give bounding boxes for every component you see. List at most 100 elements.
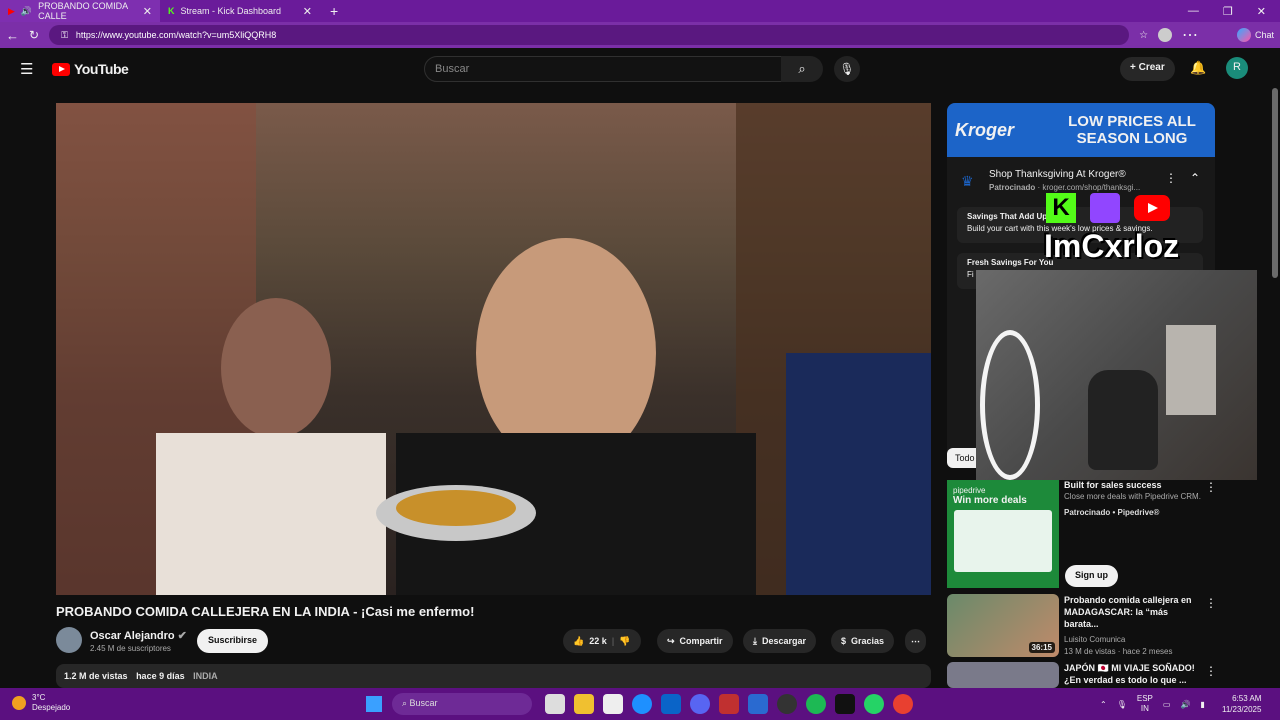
network-icon[interactable]: ▭: [1163, 700, 1171, 709]
kick-favicon-icon: K: [168, 6, 175, 16]
subscriber-count: 2.45 M de suscriptores: [90, 644, 171, 653]
store-icon[interactable]: [603, 694, 623, 714]
taskbar-clock[interactable]: 6:53 AM 11/23/2025: [1222, 693, 1261, 715]
subscribe-button[interactable]: Suscribirse: [197, 629, 269, 653]
more-actions-button[interactable]: ⋯: [905, 629, 926, 653]
edge-icon[interactable]: [632, 694, 652, 714]
app-icon[interactable]: [748, 694, 768, 714]
close-window-icon[interactable]: ✕: [1257, 5, 1266, 18]
ad-sponsor-line: Patrocinado · kroger.com/shop/thanksgi..…: [989, 183, 1141, 192]
search-input[interactable]: Buscar: [424, 56, 782, 82]
ad-banner[interactable]: Kroger LOW PRICES ALL SEASON LONG: [947, 103, 1215, 157]
volume-icon[interactable]: 🔊: [1180, 700, 1190, 709]
rec-menu-icon[interactable]: ⋮: [1205, 664, 1217, 678]
ad-menu-icon[interactable]: ⋮: [1165, 171, 1177, 185]
rec-thumbnail[interactable]: [947, 662, 1059, 688]
refresh-icon[interactable]: ↻: [29, 28, 39, 42]
video-title: PROBANDO COMIDA CALLEJERA EN LA INDIA - …: [56, 604, 475, 619]
tab-kick-dashboard[interactable]: K Stream - Kick Dashboard ✕: [160, 0, 320, 22]
system-tray: ⌃ 🎙 ESP IN ▭ 🔊 ▮: [1100, 694, 1205, 714]
back-icon[interactable]: ←: [6, 28, 19, 43]
rec-item-pipedrive[interactable]: Built for sales success Close more deals…: [1064, 479, 1244, 519]
search-button[interactable]: ⌕: [781, 56, 823, 82]
taskbar-search[interactable]: ⌕ Buscar: [392, 693, 532, 715]
channel-name[interactable]: Oscar Alejandro ✔: [90, 629, 187, 642]
signup-button[interactable]: Sign up: [1065, 565, 1118, 587]
youtube-header: ☰ YouTube Buscar ⌕ 🎙 + Crear 🔔 R: [0, 48, 1280, 90]
verified-icon: ✔: [177, 630, 187, 642]
url-text: https://www.youtube.com/watch?v=um5XliQQ…: [75, 30, 277, 40]
share-button[interactable]: ↪ Compartir: [657, 629, 733, 653]
minimize-icon[interactable]: —: [1188, 5, 1199, 18]
kroger-logo: Kroger: [955, 119, 1015, 140]
rec-menu-icon[interactable]: ⋮: [1205, 596, 1217, 610]
tray-mic-icon[interactable]: 🎙: [1117, 700, 1127, 709]
thumbs-down-icon[interactable]: 👎: [619, 636, 630, 647]
kroger-icon: ♛: [961, 173, 974, 189]
stream-platform-icons: K: [1046, 193, 1170, 223]
spotify-icon[interactable]: [806, 694, 826, 714]
ad-title[interactable]: Shop Thanksgiving At Kroger®: [989, 169, 1126, 180]
channel-avatar[interactable]: [56, 627, 82, 653]
taskbar-apps: [545, 694, 913, 714]
discord-icon[interactable]: [690, 694, 710, 714]
task-view-icon[interactable]: [545, 694, 565, 714]
site-info-icon[interactable]: ⚿: [61, 30, 68, 41]
outlook-icon[interactable]: [661, 694, 681, 714]
search-icon: ⌕: [798, 61, 806, 76]
app-icon[interactable]: [719, 694, 739, 714]
download-button[interactable]: ⤓ Descargar: [743, 629, 817, 653]
description-box[interactable]: 1.2 M de vistas hace 9 días INDIA: [56, 664, 931, 688]
thanks-button[interactable]: $ Gracias: [831, 629, 895, 653]
thumbs-up-icon: 👍: [573, 635, 585, 646]
close-tab-icon[interactable]: ✕: [303, 5, 312, 18]
obs-icon[interactable]: [777, 694, 797, 714]
rec-thumbnail[interactable]: 36:15: [947, 594, 1059, 657]
battery-icon[interactable]: ▮: [1200, 700, 1204, 709]
more-icon[interactable]: ⋯: [1182, 25, 1198, 45]
youtube-favicon-icon: ▶: [8, 5, 15, 16]
url-field[interactable]: ⚿ https://www.youtube.com/watch?v=um5Xli…: [49, 25, 1130, 45]
file-explorer-icon[interactable]: [574, 694, 594, 714]
twitch-icon: [1090, 193, 1120, 223]
page-scrollbar[interactable]: [1270, 48, 1280, 688]
rec-item[interactable]: Probando comida callejera en MADAGASCAR:…: [1064, 594, 1204, 658]
rec-item[interactable]: JAPÓN 🇯🇵 MI VIAJE SOÑADO! ¿En verdad es …: [1064, 662, 1204, 686]
download-icon: ⤓: [753, 635, 757, 646]
tab-label: PROBANDO COMIDA CALLE: [38, 1, 128, 21]
language-indicator[interactable]: ESP IN: [1137, 694, 1153, 714]
video-player[interactable]: [56, 103, 931, 595]
rec-menu-icon[interactable]: ⋮: [1205, 480, 1217, 494]
more-horizontal-icon: ⋯: [911, 635, 920, 646]
restore-icon[interactable]: ❐: [1223, 5, 1233, 18]
whatsapp-icon[interactable]: [864, 694, 884, 714]
notifications-icon[interactable]: 🔔: [1190, 60, 1206, 76]
create-button[interactable]: + Crear: [1120, 57, 1175, 81]
tiktok-icon[interactable]: [835, 694, 855, 714]
favorite-icon[interactable]: ☆: [1139, 30, 1148, 41]
like-button[interactable]: 👍 22 k | 👎: [563, 629, 641, 653]
weather-icon: [12, 696, 26, 710]
new-tab-icon[interactable]: +: [330, 3, 338, 19]
menu-icon[interactable]: ☰: [20, 60, 33, 78]
youtube-logo[interactable]: YouTube: [52, 61, 129, 77]
tray-expand-icon[interactable]: ⌃: [1100, 700, 1107, 709]
windows-taskbar: 3°C Despejado ⌕ Buscar ⌃ 🎙 ESP IN ▭ 🔊 ▮ 6…: [0, 688, 1280, 720]
account-avatar[interactable]: R: [1226, 57, 1248, 79]
windows-start-icon[interactable]: [366, 696, 382, 712]
chrome-icon[interactable]: [893, 694, 913, 714]
duration-badge: 36:15: [1028, 642, 1055, 653]
door: [1166, 325, 1216, 415]
copilot-chat-button[interactable]: Chat: [1236, 28, 1274, 42]
voice-search-button[interactable]: 🎙: [834, 56, 860, 82]
profile-icon[interactable]: [1158, 28, 1173, 42]
webcam-overlay: [976, 270, 1257, 480]
crm-screenshot: [954, 510, 1052, 572]
scrollbar-thumb[interactable]: [1272, 88, 1278, 278]
kick-icon: K: [1046, 193, 1076, 223]
speaker-icon[interactable]: 🔊: [21, 6, 32, 17]
weather-widget[interactable]: 3°C Despejado: [12, 693, 70, 713]
collapse-icon[interactable]: ⌃: [1190, 171, 1200, 185]
close-tab-icon[interactable]: ✕: [143, 5, 152, 18]
tab-youtube-video[interactable]: ▶ 🔊 PROBANDO COMIDA CALLE ✕: [0, 0, 160, 22]
